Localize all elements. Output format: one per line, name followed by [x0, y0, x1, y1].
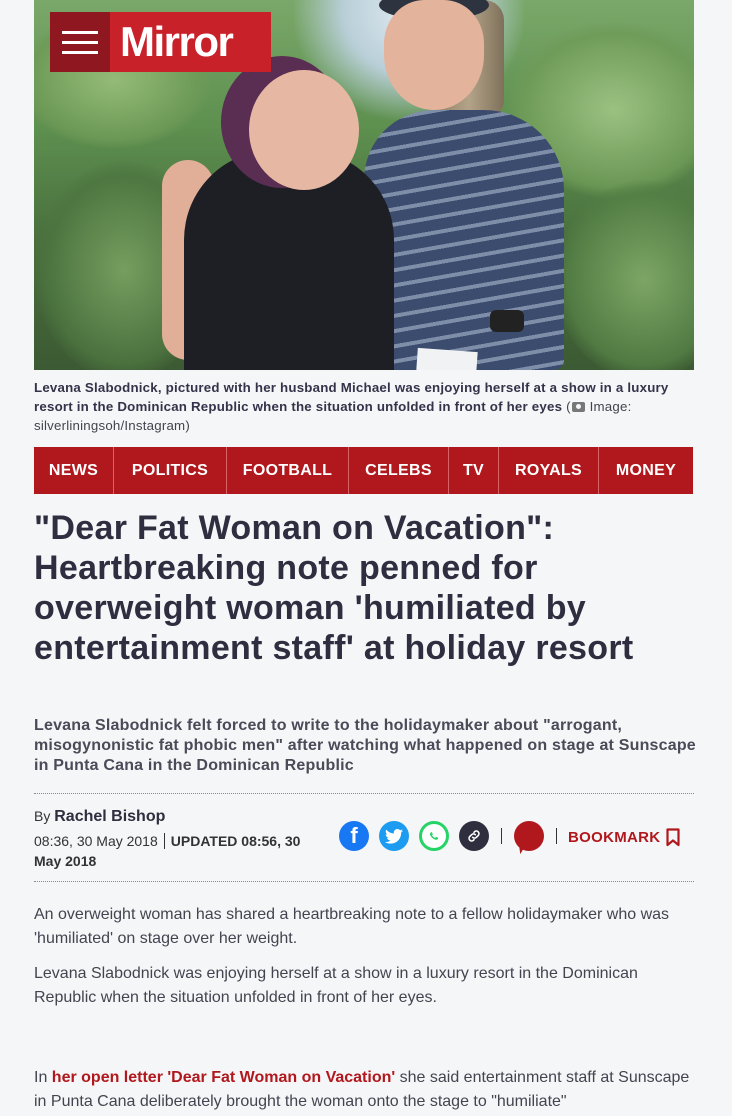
- site-logo[interactable]: Mirror: [50, 12, 271, 72]
- whatsapp-icon[interactable]: [419, 821, 449, 851]
- hero-paper: [416, 347, 478, 370]
- hero-watch: [490, 310, 524, 332]
- article-paragraph: In her open letter 'Dear Fat Woman on Va…: [34, 1066, 698, 1114]
- article-paragraph: An overweight woman has shared a heartbr…: [34, 906, 670, 947]
- section-nav: NEWS POLITICS FOOTBALL CELEBS TV ROYALS …: [34, 447, 693, 494]
- bookmark-icon: [666, 828, 681, 847]
- image-caption: Levana Slabodnick, pictured with her hus…: [34, 378, 698, 435]
- hamburger-menu-icon[interactable]: [50, 12, 110, 72]
- article-dates: 08:36, 30 May 2018 UPDATED 08:56, 30 May …: [34, 831, 324, 871]
- paragraph-prefix: In: [34, 1069, 48, 1086]
- share-separator: [556, 828, 557, 844]
- hero-man-head: [384, 0, 484, 110]
- byline-label: By: [34, 808, 51, 824]
- divider: [34, 881, 694, 882]
- site-wordmark[interactable]: Mirror: [110, 18, 234, 66]
- open-letter-link[interactable]: her open letter 'Dear Fat Woman on Vacat…: [52, 1069, 395, 1086]
- byline: By Rachel Bishop: [34, 808, 165, 826]
- bookmark-label: BOOKMARK: [568, 829, 661, 846]
- date-separator: [163, 833, 165, 849]
- nav-item-news[interactable]: NEWS: [34, 447, 114, 494]
- article-headline: "Dear Fat Woman on Vacation": Heartbreak…: [34, 509, 634, 667]
- nav-item-football[interactable]: FOOTBALL: [227, 447, 349, 494]
- share-separator: [501, 828, 502, 844]
- share-bar: f: [339, 821, 559, 851]
- published-time: 08:36, 30 May 2018: [34, 833, 158, 849]
- link-icon[interactable]: [459, 821, 489, 851]
- comment-icon[interactable]: [514, 821, 544, 851]
- facebook-icon[interactable]: f: [339, 821, 369, 851]
- author-link[interactable]: Rachel Bishop: [54, 808, 165, 825]
- nav-item-politics[interactable]: POLITICS: [114, 447, 227, 494]
- twitter-icon[interactable]: [379, 821, 409, 851]
- nav-item-money[interactable]: MONEY: [599, 447, 693, 494]
- nav-item-celebs[interactable]: CELEBS: [349, 447, 449, 494]
- article-paragraph: Levana Slabodnick was enjoying herself a…: [34, 965, 638, 1006]
- hero-woman-head: [249, 70, 359, 190]
- bookmark-button[interactable]: BOOKMARK: [568, 828, 681, 847]
- image-credit-open: (: [566, 399, 571, 414]
- nav-item-royals[interactable]: ROYALS: [499, 447, 599, 494]
- camera-icon: [571, 402, 585, 412]
- hero-foliage: [554, 180, 694, 370]
- nav-item-tv[interactable]: TV: [449, 447, 499, 494]
- divider: [34, 793, 694, 794]
- hero-man: [364, 110, 564, 370]
- article-standfirst: Levana Slabodnick felt forced to write t…: [34, 717, 696, 774]
